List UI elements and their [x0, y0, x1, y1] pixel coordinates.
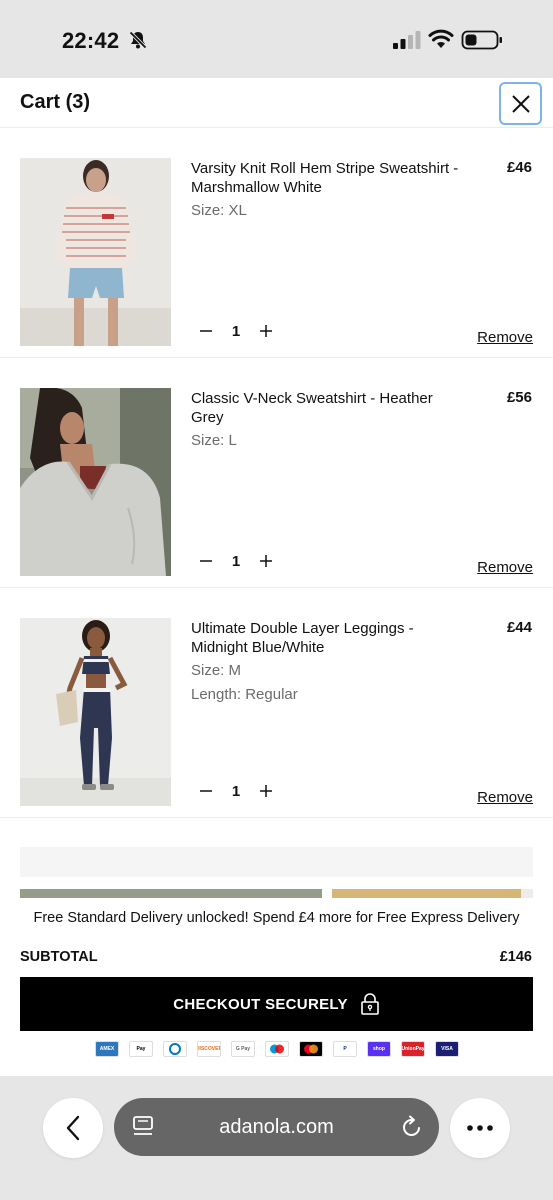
cart-header: Cart (3) — [0, 78, 553, 128]
cart-title: Cart (3) — [20, 91, 91, 113]
paypal-icon: P — [333, 1041, 357, 1057]
cart-drawer: Cart (3) Varsity Knit Roll Hem Stripe Sw… — [0, 78, 553, 1076]
minus-icon — [200, 790, 212, 792]
cart-item: Varsity Knit Roll Hem Stripe Sweatshirt … — [0, 128, 553, 358]
upsell-placeholder — [20, 847, 533, 877]
payment-methods: AMEX Pay DISCOVER G Pay Pshop UnionPay VISA — [95, 1041, 459, 1057]
discover-icon: DISCOVER — [197, 1041, 221, 1057]
cart-item: Ultimate Double Layer Leggings - Midnigh… — [0, 588, 553, 818]
product-size: Size: M — [191, 662, 242, 679]
clock: 22:42 — [62, 28, 120, 53]
checkout-label: CHECKOUT SECURELY — [173, 995, 348, 1013]
quantity-value: 1 — [231, 782, 241, 800]
quantity-stepper: 1 — [196, 550, 276, 572]
increase-quantity-button[interactable] — [256, 781, 276, 801]
apple-pay-icon: Pay — [129, 1041, 153, 1057]
minus-icon — [200, 330, 212, 332]
product-size: Size: XL — [191, 202, 247, 219]
maestro-icon — [265, 1041, 289, 1057]
lock-icon — [360, 993, 379, 1015]
product-size: Size: L — [191, 432, 237, 449]
express-delivery-progress — [332, 889, 533, 898]
product-image[interactable] — [20, 388, 171, 576]
product-name[interactable]: Varsity Knit Roll Hem Stripe Sweatshirt … — [191, 159, 461, 197]
standard-progress-fill — [20, 889, 322, 898]
product-length: Length: Regular — [191, 686, 298, 703]
checkout-button[interactable]: CHECKOUT SECURELY — [20, 977, 533, 1031]
back-button[interactable] — [43, 1098, 103, 1158]
chevron-left-icon — [66, 1115, 80, 1141]
status-bar: 22:42 — [0, 0, 553, 78]
battery-icon — [461, 30, 502, 50]
decrease-quantity-button[interactable] — [196, 781, 216, 801]
quantity-value: 1 — [231, 552, 241, 570]
quantity-stepper: 1 — [196, 320, 276, 342]
cellular-signal-icon — [393, 31, 421, 49]
remove-item-link[interactable]: Remove — [477, 789, 533, 806]
amex-icon: AMEX — [95, 1041, 119, 1057]
unionpay-icon: UnionPay — [401, 1041, 425, 1057]
plus-icon — [260, 785, 272, 797]
reload-icon[interactable] — [401, 1115, 423, 1139]
diners-icon — [163, 1041, 187, 1057]
plus-icon — [260, 555, 272, 567]
quantity-value: 1 — [231, 322, 241, 340]
subtotal-value: £146 — [499, 949, 532, 965]
product-price: £46 — [506, 159, 532, 176]
express-progress-fill — [332, 889, 521, 898]
more-options-button[interactable] — [450, 1098, 510, 1158]
address-bar[interactable]: adanola.com — [114, 1098, 439, 1156]
subtotal-label: SUBTOTAL — [20, 949, 98, 965]
remove-item-link[interactable]: Remove — [477, 329, 533, 346]
product-price: £44 — [506, 619, 532, 636]
more-dots-icon — [467, 1125, 493, 1131]
wifi-icon — [428, 29, 454, 48]
bell-muted-icon — [129, 31, 147, 49]
increase-quantity-button[interactable] — [256, 321, 276, 341]
standard-delivery-progress — [20, 889, 322, 898]
product-image[interactable] — [20, 618, 171, 806]
decrease-quantity-button[interactable] — [196, 551, 216, 571]
quantity-stepper: 1 — [196, 780, 276, 802]
decrease-quantity-button[interactable] — [196, 321, 216, 341]
shop-pay-icon: shop — [367, 1041, 391, 1057]
product-image[interactable] — [20, 158, 171, 346]
minus-icon — [200, 560, 212, 562]
close-button[interactable] — [499, 82, 542, 125]
product-price: £56 — [506, 389, 532, 406]
cart-item: Classic V-Neck Sweatshirt - Heather Grey… — [0, 358, 553, 588]
visa-icon: VISA — [435, 1041, 459, 1057]
url-text: adanola.com — [219, 1116, 334, 1138]
browser-toolbar: adanola.com — [0, 1076, 553, 1200]
delivery-threshold-message: Free Standard Delivery unlocked! Spend £… — [33, 910, 520, 926]
product-name[interactable]: Ultimate Double Layer Leggings - Midnigh… — [191, 619, 461, 657]
remove-item-link[interactable]: Remove — [477, 559, 533, 576]
mastercard-icon — [299, 1041, 323, 1057]
google-pay-icon: G Pay — [231, 1041, 255, 1057]
product-name[interactable]: Classic V-Neck Sweatshirt - Heather Grey — [191, 389, 461, 427]
increase-quantity-button[interactable] — [256, 551, 276, 571]
plus-icon — [260, 325, 272, 337]
close-icon — [511, 94, 530, 113]
